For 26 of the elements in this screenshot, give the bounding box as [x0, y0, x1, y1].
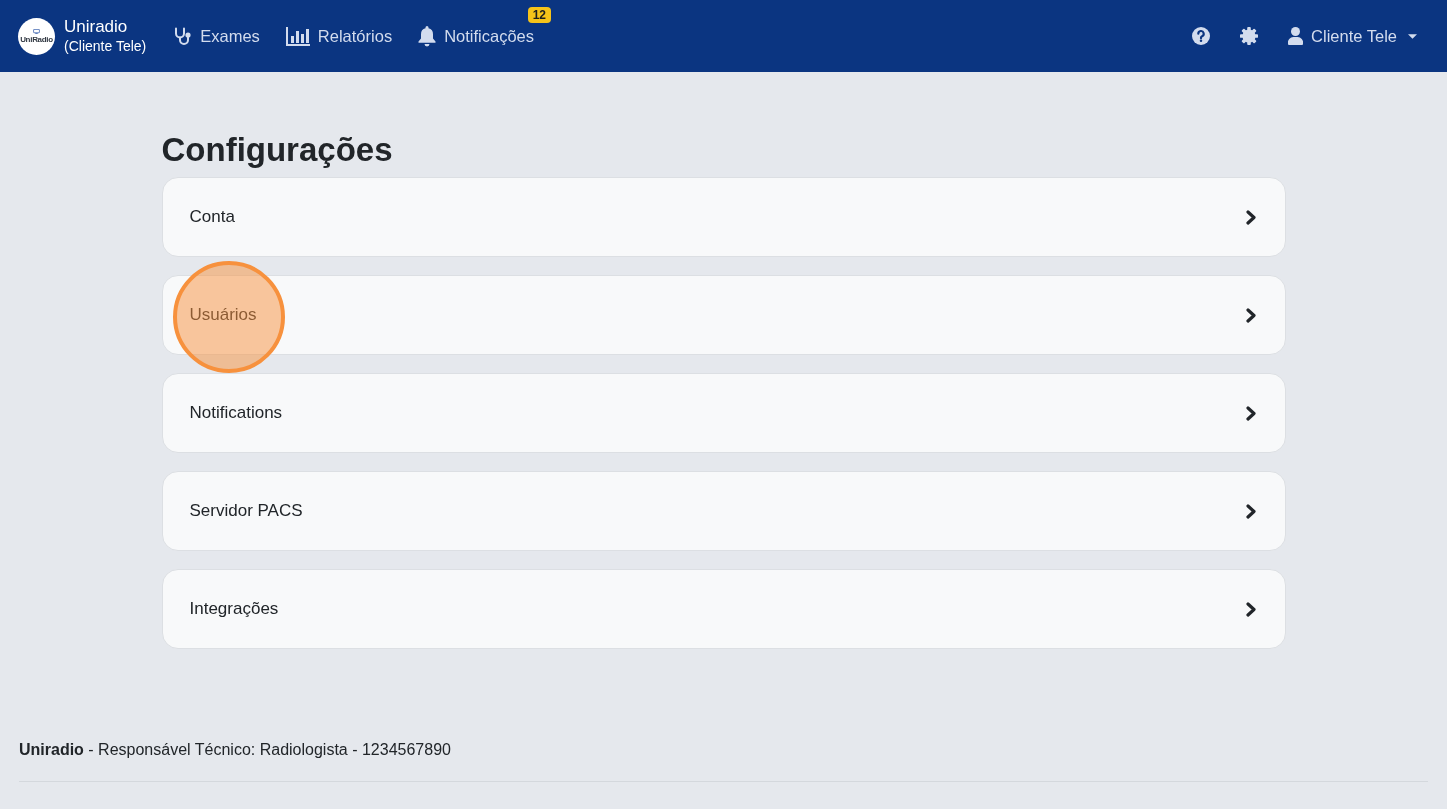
footer-credit: Uniradio - Responsável Técnico: Radiologista - 1234567890 [19, 740, 452, 760]
brand-name: Uniradio [64, 17, 129, 37]
chevron-right-icon [1245, 503, 1257, 519]
bar-chart-icon [285, 26, 310, 46]
user-icon [1288, 27, 1304, 45]
chevron-right-icon [1245, 209, 1257, 225]
chevron-right-icon [1245, 307, 1257, 323]
settings-icon[interactable] [1240, 27, 1259, 45]
monitor-icon [33, 28, 40, 34]
stethoscope-icon [174, 26, 193, 46]
settings-link[interactable]: Servidor PACS [161, 471, 1286, 551]
help-icon[interactable] [1192, 27, 1211, 45]
notification-count: 12 [527, 6, 551, 23]
settings-link[interactable]: Integrações [161, 569, 1286, 649]
logo-text: UniRadio [20, 34, 53, 44]
caret-down-icon [1408, 33, 1417, 39]
bell-icon [418, 25, 437, 47]
settings-link[interactable]: Conta [161, 177, 1286, 257]
brand-subtitle: (Cliente Tele) [64, 37, 147, 55]
chevron-right-icon [1245, 601, 1257, 617]
nav-link[interactable]: Exames [174, 26, 260, 46]
nav-link[interactable]: Relatórios [285, 26, 393, 46]
chevron-right-icon [1245, 405, 1257, 421]
page-title: Configurações [161, 130, 394, 170]
settings-link[interactable]: Notifications [161, 373, 1286, 453]
user-menu-button[interactable]: Cliente Tele [1288, 26, 1417, 46]
